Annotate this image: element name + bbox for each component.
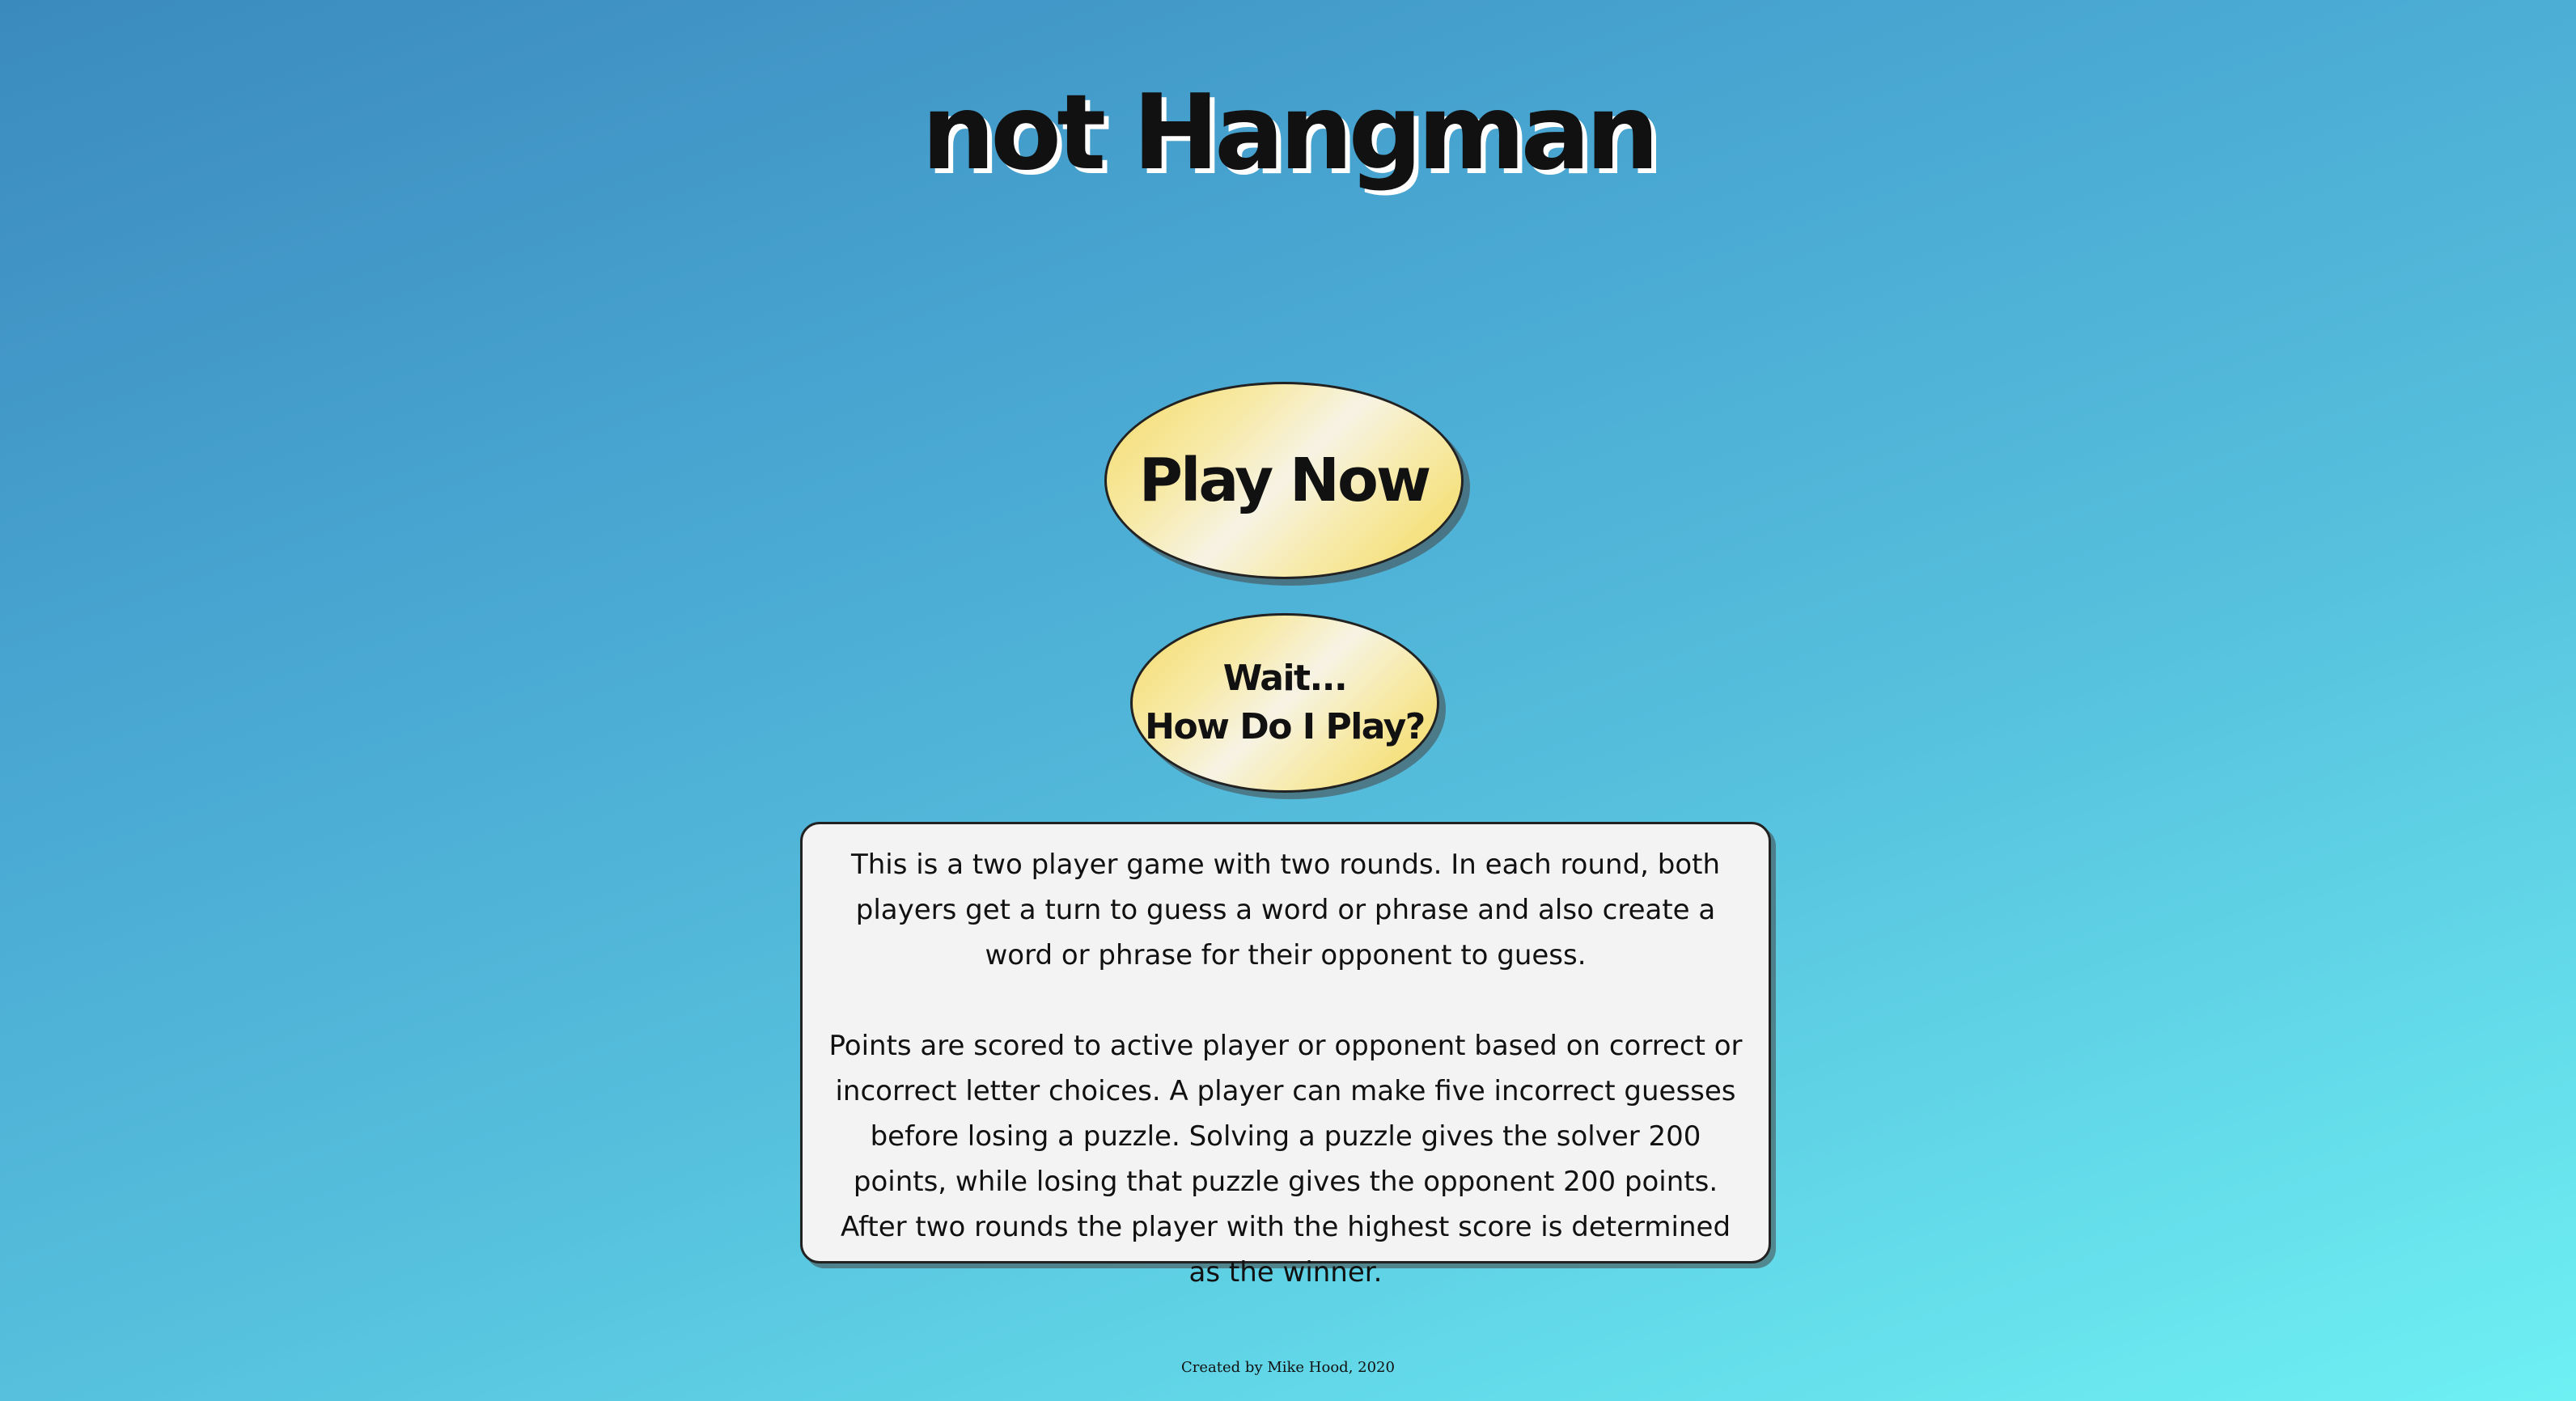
- how-to-play-line-2: How Do I Play?: [1145, 706, 1426, 747]
- rules-paragraph-2: Points are scored to active player or op…: [828, 1030, 1743, 1289]
- how-to-play-line-1: Wait...: [1222, 658, 1348, 699]
- game-title: not Hangman: [922, 73, 1659, 193]
- rules-paragraph-1: This is a two player game with two round…: [850, 849, 1721, 971]
- footer-credit: Created by Mike Hood, 2020: [1181, 1359, 1395, 1376]
- play-now-button[interactable]: Play Now: [1104, 382, 1464, 579]
- how-to-play-button[interactable]: Wait... How Do I Play?: [1130, 613, 1439, 793]
- rules-panel: This is a two player game with two round…: [800, 822, 1771, 1289]
